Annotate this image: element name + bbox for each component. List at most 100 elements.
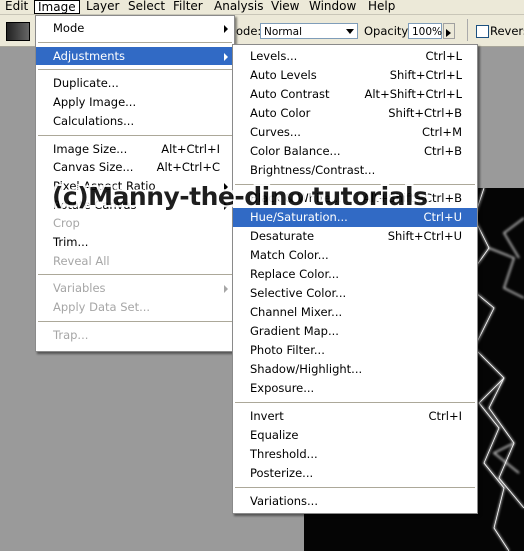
menu-item-shadow-highlight[interactable]: Shadow/Highlight... xyxy=(233,360,477,379)
menu-item-auto-levels[interactable]: Auto Levels Shift+Ctrl+L xyxy=(233,66,477,85)
gradient-swatch[interactable] xyxy=(6,22,30,41)
menu-separator xyxy=(235,184,475,185)
menu-item-apply-data-set: Apply Data Set... xyxy=(36,298,234,317)
menu-item-shortcut: Ctrl+L xyxy=(425,49,462,63)
menu-edit[interactable]: Edit xyxy=(2,0,31,14)
menu-item-label: Channel Mixer... xyxy=(250,305,343,319)
menu-item-label: Replace Color... xyxy=(250,267,340,281)
menu-item-label: Apply Data Set... xyxy=(53,300,151,315)
menu-item-label: Threshold... xyxy=(250,447,318,461)
menu-item-label: Match Color... xyxy=(250,248,329,262)
reverse-checkbox[interactable] xyxy=(476,25,489,38)
menu-item-gradient-map[interactable]: Gradient Map... xyxy=(233,322,477,341)
submenu-arrow-icon xyxy=(224,285,228,294)
menu-layer[interactable]: Layer xyxy=(83,0,122,14)
menu-item-levels[interactable]: Levels... Ctrl+L xyxy=(233,47,477,66)
menu-item-shortcut: Ctrl+I xyxy=(428,409,463,423)
menu-item-label: Curves... xyxy=(250,125,301,139)
menu-item-label: Trap... xyxy=(53,327,89,342)
divider xyxy=(467,19,468,41)
opacity-stepper[interactable] xyxy=(443,23,455,39)
menu-item-threshold[interactable]: Threshold... xyxy=(233,445,477,464)
menu-item-label: Variations... xyxy=(250,494,318,508)
menu-item-label: Selective Color... xyxy=(250,286,347,300)
menu-item-color-balance[interactable]: Color Balance... Ctrl+B xyxy=(233,142,477,161)
menu-item-variables: Variables xyxy=(36,279,234,298)
menu-item-shortcut: Alt+Ctrl+I xyxy=(161,141,220,156)
menu-item-variations[interactable]: Variations... xyxy=(233,492,477,511)
menu-item-label: Calculations... xyxy=(53,113,135,128)
menu-item-label: Auto Levels xyxy=(250,68,317,82)
menu-item-mode[interactable]: Mode xyxy=(36,19,234,38)
menu-item-trim[interactable]: Trim... xyxy=(36,233,234,252)
menu-item-calculations[interactable]: Calculations... xyxy=(36,112,234,131)
menu-item-desaturate[interactable]: Desaturate Shift+Ctrl+U xyxy=(233,227,477,246)
menu-item-label: Color Balance... xyxy=(250,144,341,158)
menu-item-label: Mode xyxy=(53,21,85,35)
menu-item-match-color[interactable]: Match Color... xyxy=(233,246,477,265)
menu-item-rotate-canvas[interactable]: Rotate Canvas xyxy=(36,196,234,215)
menu-select[interactable]: Select xyxy=(125,0,168,14)
menu-item-shortcut: Shift+Ctrl+L xyxy=(389,68,462,82)
menu-item-apply-image[interactable]: Apply Image... xyxy=(36,93,234,112)
mode-select[interactable]: Normal xyxy=(260,23,358,39)
submenu-arrow-icon xyxy=(224,52,228,61)
menu-item-curves[interactable]: Curves... Ctrl+M xyxy=(233,123,477,142)
menu-item-label: Reveal All xyxy=(53,253,110,268)
menu-item-selective-color[interactable]: Selective Color... xyxy=(233,284,477,303)
menu-item-auto-color[interactable]: Auto Color Shift+Ctrl+B xyxy=(233,104,477,123)
menu-item-photo-filter[interactable]: Photo Filter... xyxy=(233,341,477,360)
menu-help[interactable]: Help xyxy=(365,0,398,14)
menu-item-label: Equalize xyxy=(250,428,299,442)
menu-item-label: Posterize... xyxy=(250,466,314,480)
opacity-input[interactable]: 100% xyxy=(408,23,442,39)
menu-item-trap: Trap... xyxy=(36,326,234,345)
menu-separator xyxy=(38,134,232,136)
menu-view[interactable]: View xyxy=(268,0,302,14)
menu-filter[interactable]: Filter xyxy=(170,0,206,14)
menu-item-duplicate[interactable]: Duplicate... xyxy=(36,74,234,93)
submenu-arrow-icon xyxy=(224,25,228,33)
menu-item-shortcut: Ctrl+U xyxy=(423,210,462,224)
menu-item-label: Variables xyxy=(53,281,106,296)
menu-item-label: Canvas Size... xyxy=(53,160,134,175)
menu-item-canvas-size[interactable]: Canvas Size... Alt+Ctrl+C xyxy=(36,158,234,177)
menu-item-channel-mixer[interactable]: Channel Mixer... xyxy=(233,303,477,322)
menu-item-brightness-contrast[interactable]: Brightness/Contrast... xyxy=(233,161,477,180)
menu-item-shortcut: Shift+Ctrl+U xyxy=(387,229,462,243)
menu-item-hue-saturation[interactable]: Hue/Saturation... Ctrl+U xyxy=(233,208,477,227)
menu-analysis[interactable]: Analysis xyxy=(211,0,266,14)
menu-item-label: Invert xyxy=(250,409,284,423)
menu-item-shortcut: Shift+Ctrl+B xyxy=(388,106,462,120)
menu-item-label: Black & White... xyxy=(250,191,342,205)
menu-item-label: Gradient Map... xyxy=(250,324,339,338)
menu-item-invert[interactable]: Invert Ctrl+I xyxy=(233,407,477,426)
menu-item-label: Auto Contrast xyxy=(250,87,330,101)
menu-item-label: Rotate Canvas xyxy=(53,197,137,212)
menu-item-equalize[interactable]: Equalize xyxy=(233,426,477,445)
menu-item-label: Shadow/Highlight... xyxy=(250,362,363,376)
menu-item-label: Crop xyxy=(53,216,80,231)
image-menu: Mode Adjustments Duplicate... Apply Image..… xyxy=(35,15,235,352)
menu-item-replace-color[interactable]: Replace Color... xyxy=(233,265,477,284)
menu-item-label: Duplicate... xyxy=(53,76,119,91)
reverse-label: Reverse xyxy=(490,24,524,38)
menu-item-auto-contrast[interactable]: Auto Contrast Alt+Shift+Ctrl+L xyxy=(233,85,477,104)
menu-item-exposure[interactable]: Exposure... xyxy=(233,379,477,398)
menu-item-adjustments[interactable]: Adjustments xyxy=(36,46,234,66)
menu-item-label: Exposure... xyxy=(250,381,315,395)
menu-window[interactable]: Window xyxy=(306,0,359,14)
menu-image[interactable]: Image xyxy=(34,0,80,14)
menu-item-label: Image Size... xyxy=(53,141,128,156)
menu-item-label: Auto Color xyxy=(250,106,311,120)
menu-item-black-white[interactable]: Black & White... Alt+Shift+Ctrl+B xyxy=(233,189,477,208)
menu-item-image-size[interactable]: Image Size... Alt+Ctrl+I xyxy=(36,140,234,159)
submenu-arrow-icon xyxy=(224,182,228,191)
menu-item-label: Trim... xyxy=(53,235,89,249)
menu-item-shortcut: Alt+Ctrl+C xyxy=(156,160,220,175)
menu-item-label: Levels... xyxy=(250,49,298,63)
menu-item-pixel-aspect-ratio[interactable]: Pixel Aspect Ratio xyxy=(36,177,234,196)
menu-item-posterize[interactable]: Posterize... xyxy=(233,464,477,483)
chevron-down-icon xyxy=(346,29,354,34)
menu-separator xyxy=(235,487,475,488)
